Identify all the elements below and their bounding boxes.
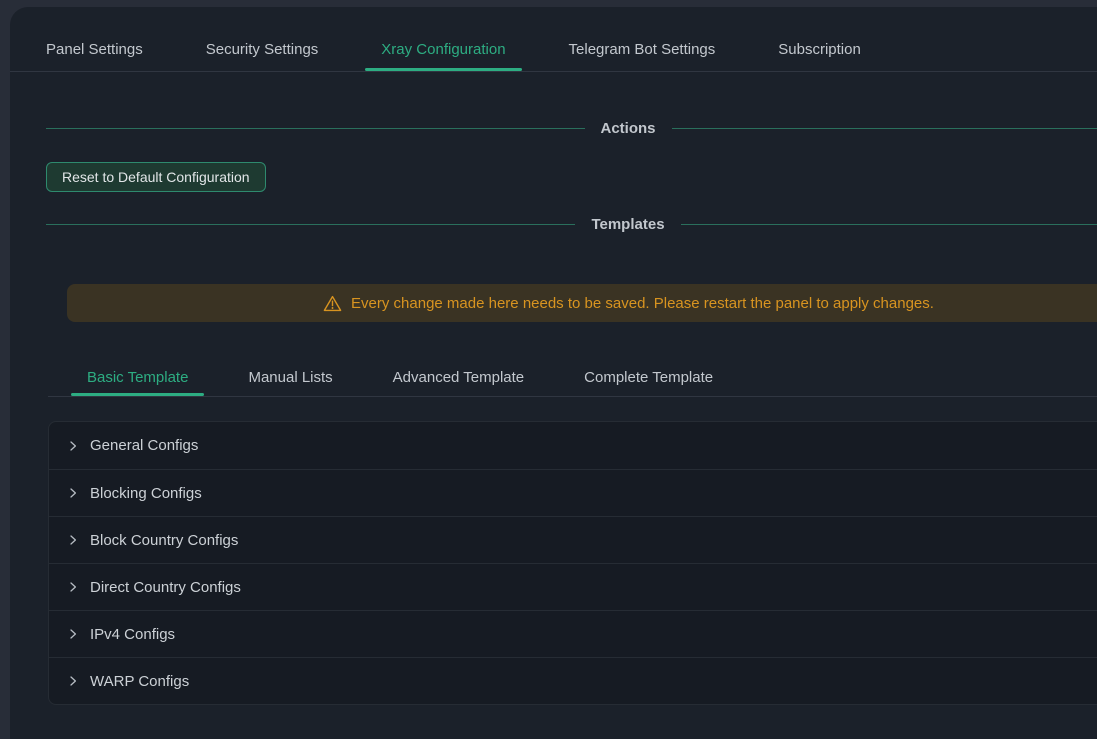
- divider-line: [672, 128, 1097, 129]
- tab-telegram-bot-settings[interactable]: Telegram Bot Settings: [569, 27, 716, 71]
- divider-line: [681, 224, 1097, 225]
- chevron-right-icon: [67, 675, 79, 687]
- config-collapse-list: General Configs Blocking Configs Block C…: [48, 421, 1097, 705]
- settings-page: Panel Settings Security Settings Xray Co…: [0, 0, 1097, 739]
- collapse-item-label: WARP Configs: [90, 673, 189, 690]
- collapse-item-label: IPv4 Configs: [90, 626, 175, 643]
- reset-to-default-button[interactable]: Reset to Default Configuration: [46, 162, 266, 192]
- tab-security-settings[interactable]: Security Settings: [206, 27, 319, 71]
- collapse-item-blocking-configs[interactable]: Blocking Configs: [49, 469, 1097, 516]
- collapse-item-general-configs[interactable]: General Configs: [49, 422, 1097, 469]
- divider-line: [46, 128, 585, 129]
- settings-card: Panel Settings Security Settings Xray Co…: [10, 7, 1097, 739]
- collapse-item-label: Blocking Configs: [90, 485, 202, 502]
- tab-advanced-template[interactable]: Advanced Template: [377, 359, 540, 396]
- tab-panel-settings[interactable]: Panel Settings: [46, 27, 143, 71]
- actions-divider-title: Actions: [585, 120, 672, 137]
- collapse-item-block-country-configs[interactable]: Block Country Configs: [49, 516, 1097, 563]
- tab-complete-template[interactable]: Complete Template: [568, 359, 729, 396]
- actions-divider: Actions: [46, 118, 1097, 138]
- collapse-item-label: Block Country Configs: [90, 532, 238, 549]
- main-tab-bar: Panel Settings Security Settings Xray Co…: [10, 7, 1097, 72]
- warning-message: Every change made here needs to be saved…: [351, 295, 934, 312]
- collapse-item-warp-configs[interactable]: WARP Configs: [49, 657, 1097, 704]
- chevron-right-icon: [67, 534, 79, 546]
- chevron-right-icon: [67, 487, 79, 499]
- warning-icon: [323, 295, 342, 312]
- chevron-right-icon: [67, 628, 79, 640]
- chevron-right-icon: [67, 581, 79, 593]
- divider-line: [46, 224, 575, 225]
- collapse-item-direct-country-configs[interactable]: Direct Country Configs: [49, 563, 1097, 610]
- tab-xray-configuration[interactable]: Xray Configuration: [381, 27, 505, 71]
- collapse-item-label: General Configs: [90, 437, 198, 454]
- tab-subscription[interactable]: Subscription: [778, 27, 861, 71]
- templates-divider-title: Templates: [575, 216, 680, 233]
- collapse-item-label: Direct Country Configs: [90, 579, 241, 596]
- collapse-item-ipv4-configs[interactable]: IPv4 Configs: [49, 610, 1097, 657]
- tab-basic-template[interactable]: Basic Template: [71, 359, 204, 396]
- chevron-right-icon: [67, 440, 79, 452]
- template-tab-bar: Basic Template Manual Lists Advanced Tem…: [48, 359, 1097, 397]
- tab-manual-lists[interactable]: Manual Lists: [232, 359, 348, 396]
- restart-warning-banner: Every change made here needs to be saved…: [67, 284, 1097, 322]
- templates-divider: Templates: [46, 214, 1097, 234]
